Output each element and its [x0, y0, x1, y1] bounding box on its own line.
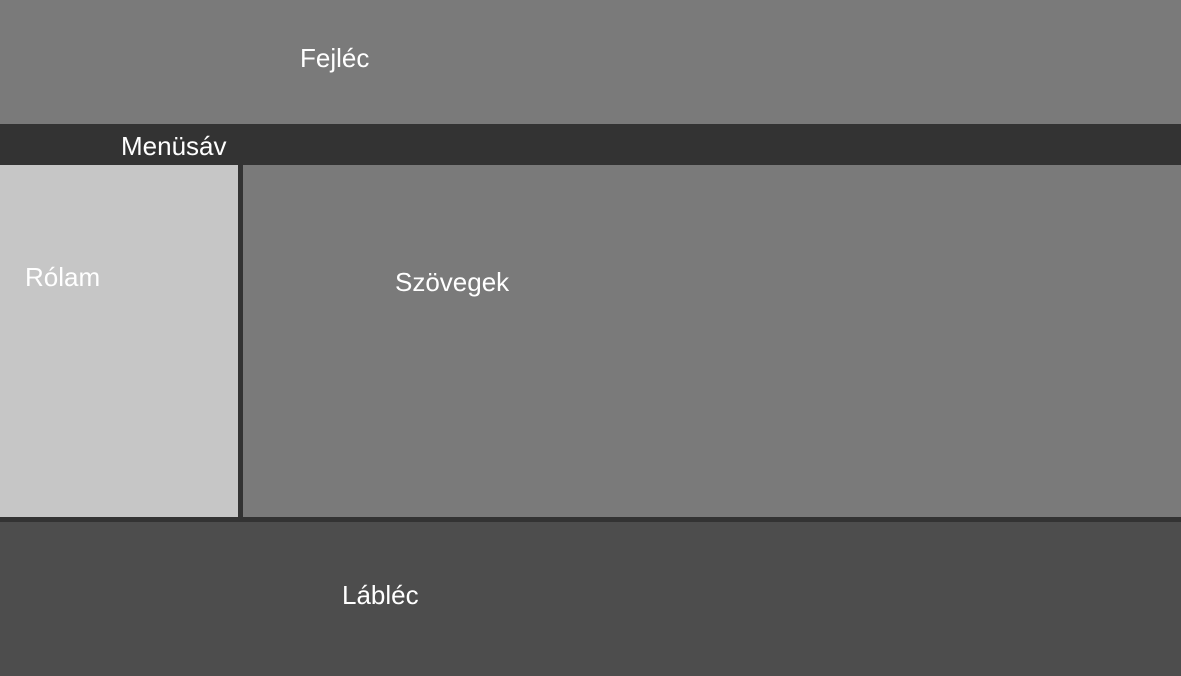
content-title: Szövegek [395, 267, 510, 297]
header-title: Fejléc [300, 43, 370, 73]
about-title: Rólam [25, 262, 101, 292]
footer-title: Lábléc [342, 580, 419, 610]
header-section [0, 0, 1181, 124]
main-content [243, 165, 1181, 517]
footer-section [0, 522, 1181, 676]
menu-bar-label[interactable]: Menüsáv [121, 131, 227, 161]
about-sidebar [0, 165, 238, 517]
page: Fejléc Menüsáv Rólam Szövegek Lábléc [0, 0, 1181, 676]
